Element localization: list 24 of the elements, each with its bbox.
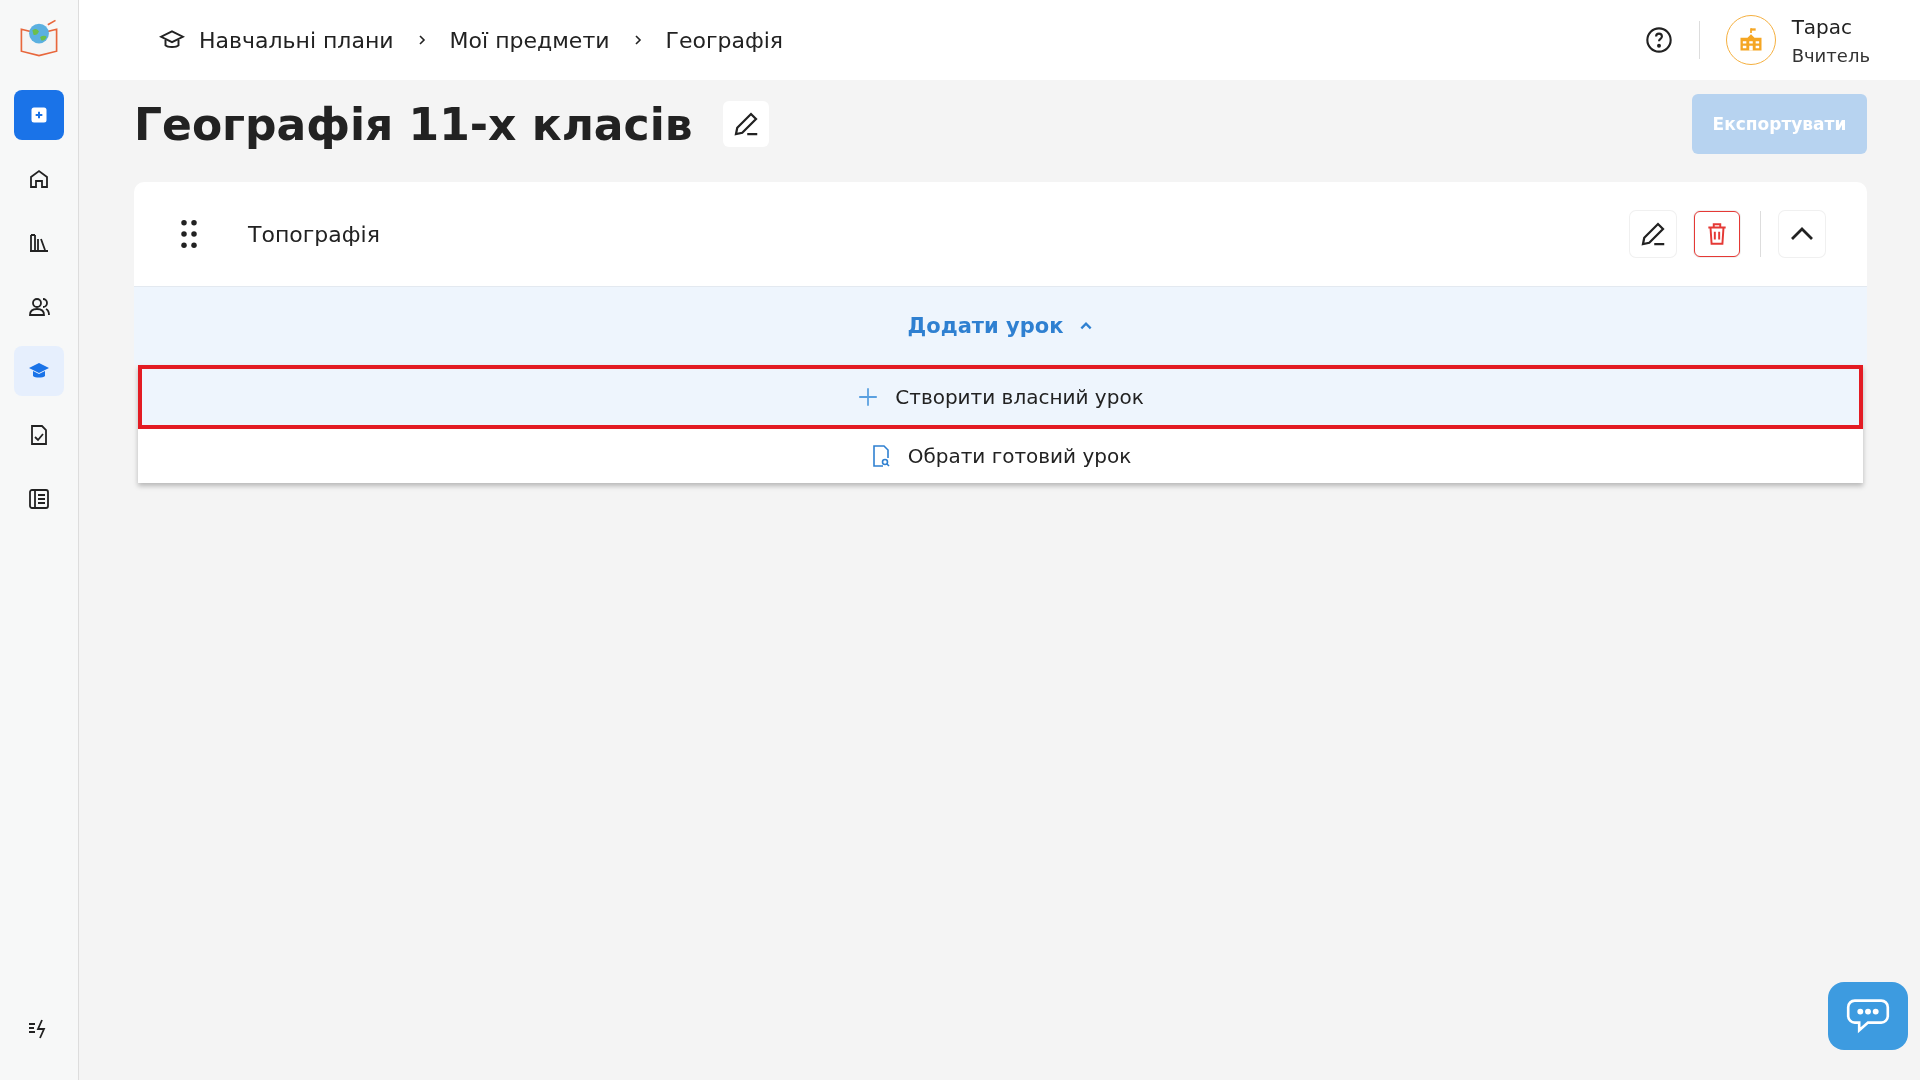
books-icon [27, 231, 51, 255]
chat-button[interactable] [1828, 982, 1908, 1050]
users-icon [27, 295, 51, 319]
delete-section-button[interactable] [1694, 211, 1740, 257]
home-icon [27, 167, 51, 191]
breadcrumb-link[interactable]: Географія [665, 27, 784, 53]
drag-handle-icon[interactable] [180, 219, 198, 249]
plus-icon [857, 386, 880, 408]
user-role: Вчитель [1791, 44, 1870, 66]
edit-title-button[interactable] [722, 101, 769, 147]
plus-icon [29, 105, 49, 125]
page-title: Географія 11-х класів [134, 98, 693, 150]
edit-section-button[interactable] [1630, 211, 1676, 257]
chat-bubble-icon [1846, 997, 1890, 1035]
menu-item[interactable]: Створити власний урок [138, 365, 1863, 429]
help-icon[interactable] [1644, 26, 1673, 54]
breadcrumb-link[interactable]: Мої предмети [449, 27, 610, 53]
user-name: Тарас [1791, 14, 1854, 39]
collapse-section-button[interactable] [1779, 211, 1825, 257]
add-lesson-button[interactable]: Додати урок [901, 313, 1100, 339]
menu-item[interactable]: Обрати готовий урок [138, 429, 1863, 483]
section-title: Топографія [248, 221, 380, 247]
breadcrumb-link[interactable]: Навчальні плани [199, 27, 394, 53]
book-list-icon [27, 487, 51, 511]
